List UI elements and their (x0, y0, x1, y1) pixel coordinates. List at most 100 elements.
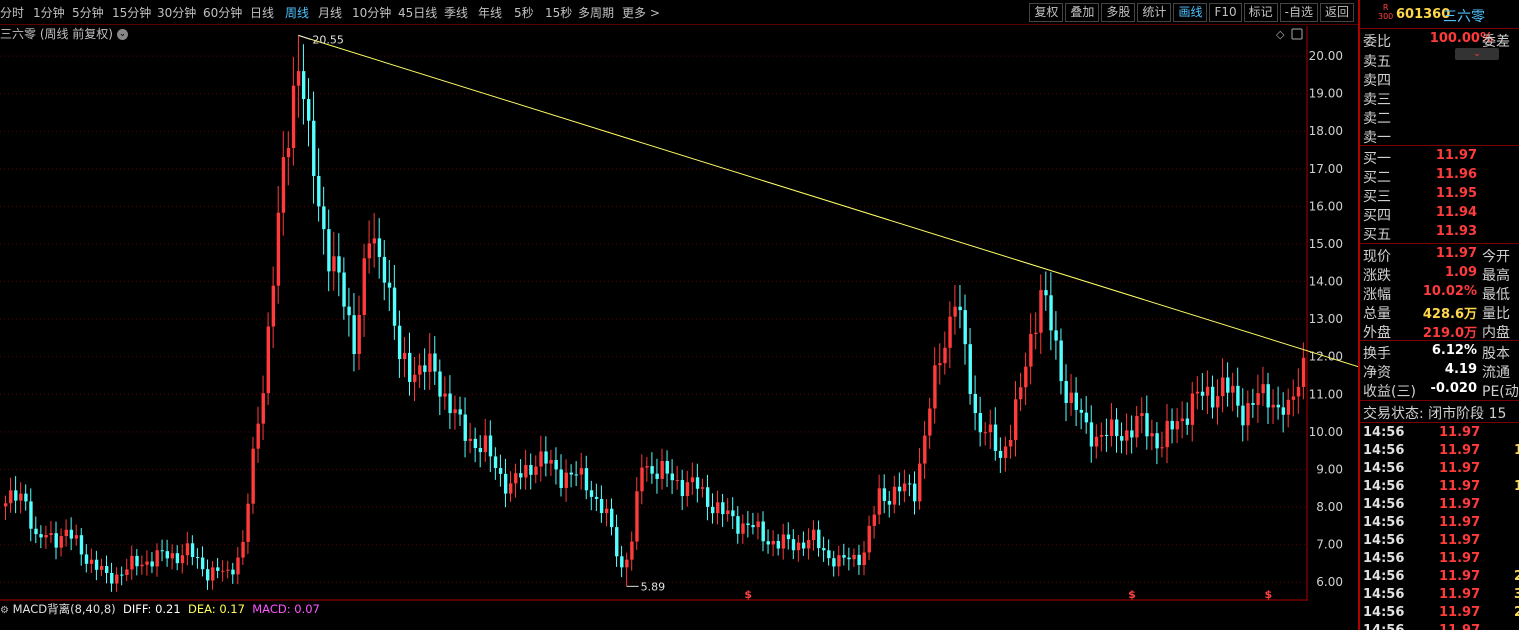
candle-body (877, 488, 882, 515)
candle-body (983, 432, 988, 434)
candle-body (761, 521, 765, 542)
period-tab[interactable]: 10分钟 (352, 4, 391, 21)
candle-body (19, 493, 23, 501)
candle-body (786, 534, 791, 540)
candle-body (221, 570, 225, 572)
candle-body (84, 554, 89, 564)
candle-body (392, 287, 397, 326)
sell-row: 卖二 (1363, 111, 1391, 127)
candle-body (1160, 447, 1164, 449)
candlestick-chart[interactable]: 20.00 19.00 18.00 17.00 16.00 15.00 14.00 13.00… (0, 26, 1358, 601)
period-tab[interactable]: 5分钟 (72, 4, 104, 21)
period-tab[interactable]: 分时 (0, 4, 24, 21)
candle-body (1064, 381, 1068, 403)
candle-body (1145, 413, 1149, 437)
period-tab[interactable]: 45日线 (398, 4, 437, 21)
candle-body (1221, 377, 1225, 397)
high-pointer (298, 34, 311, 40)
candle-body (130, 555, 134, 570)
candle-body (428, 353, 432, 372)
candle-body (357, 314, 361, 355)
candle-body (1301, 357, 1306, 387)
candle-body (589, 490, 594, 497)
candle-body (1231, 385, 1235, 393)
candle-body (453, 409, 457, 414)
candle-body (115, 574, 119, 584)
candle-body (418, 365, 422, 375)
tool-button[interactable]: -自选 (1279, 3, 1318, 22)
candle-body (402, 352, 407, 360)
candle-body (49, 533, 53, 536)
candle-body (1226, 377, 1230, 393)
candle-body (892, 486, 897, 505)
period-toolbar: 分时 1分钟 5分钟 15分钟 30分钟 60分钟 日线 周线 月线 10分钟 45日线 季线 年线 5秒… (0, 0, 1358, 25)
candle-body (665, 460, 669, 474)
tool-button[interactable]: 叠加 (1065, 3, 1100, 22)
candle-body (54, 533, 58, 548)
dividend-marker: $ (1128, 588, 1136, 601)
period-tab[interactable]: 30分钟 (157, 4, 196, 21)
candle-body (771, 540, 775, 545)
period-tab[interactable]: 月线 (318, 4, 342, 21)
candle-body (1236, 385, 1240, 406)
stat-row: 净资 4.19 流通 (1363, 362, 1510, 381)
candle-body (716, 502, 720, 514)
candle-body (1256, 393, 1260, 405)
candle-body (569, 472, 573, 475)
candle-body (620, 556, 624, 568)
candle-body (4, 503, 8, 507)
candle-body (301, 71, 306, 100)
quote-panel: R 300 601360 三六零 委比 100.00% 委差 ⌄ 卖五 卖四 卖三 卖二… (1358, 0, 1519, 630)
period-tab[interactable]: 日线 (250, 4, 274, 21)
tick-row: 14:5611.972 (1363, 605, 1519, 620)
period-tab[interactable]: 1分钟 (33, 4, 65, 21)
period-tab[interactable]: 15分钟 (112, 4, 151, 21)
candle-body (837, 555, 841, 567)
tool-button[interactable]: 画线 (1173, 3, 1208, 22)
candle-body (276, 212, 281, 286)
candle-body (1049, 295, 1053, 331)
candle-body (806, 540, 811, 549)
candle-body (933, 365, 937, 409)
candle-body (307, 99, 311, 121)
candle-body (923, 435, 927, 464)
candle-body (635, 491, 639, 542)
period-tab[interactable]: 多周期 (578, 4, 614, 21)
period-tab[interactable]: 季线 (444, 4, 468, 21)
candle-body (39, 534, 43, 538)
period-tab[interactable]: 5秒 (514, 4, 534, 21)
tool-button[interactable]: 复权 (1029, 3, 1064, 22)
settings-icon[interactable]: ⚙ (0, 605, 9, 616)
candle-body (352, 315, 356, 355)
tool-button[interactable]: 多股 (1101, 3, 1136, 22)
macd-diff: DIFF: 0.21 (122, 602, 181, 616)
candle-body (524, 464, 528, 478)
candle-body (579, 468, 584, 475)
candle-body (1054, 330, 1058, 341)
candle-body (655, 473, 659, 479)
tick-row: 14:5611.971 (1363, 443, 1519, 458)
tool-button[interactable]: 统计 (1137, 3, 1172, 22)
period-tab[interactable]: 周线 (285, 4, 309, 21)
tool-button[interactable]: 标记 (1243, 3, 1278, 22)
candle-body (105, 566, 109, 573)
period-tab[interactable]: 60分钟 (203, 4, 242, 21)
candle-body (973, 393, 977, 414)
candle-body (1059, 340, 1063, 382)
candle-body (332, 256, 336, 272)
period-tab[interactable]: 年线 (478, 4, 502, 21)
stat-row: 换手 6.12% 股本 (1363, 343, 1510, 362)
candle-body (443, 393, 447, 397)
tool-button[interactable]: 返回 (1319, 3, 1354, 22)
candle-body (756, 521, 760, 528)
period-tab[interactable]: 15秒 (545, 4, 572, 21)
candle-body (529, 464, 533, 475)
tool-button[interactable]: F10 (1209, 3, 1242, 22)
period-tab[interactable]: 更多 > (622, 4, 660, 21)
candle-body (1296, 386, 1301, 397)
candle-body (463, 414, 467, 441)
candle-body (160, 550, 164, 552)
low-label: 5.89 (641, 580, 666, 593)
candle-body (1271, 404, 1275, 408)
candle-body (670, 473, 674, 481)
